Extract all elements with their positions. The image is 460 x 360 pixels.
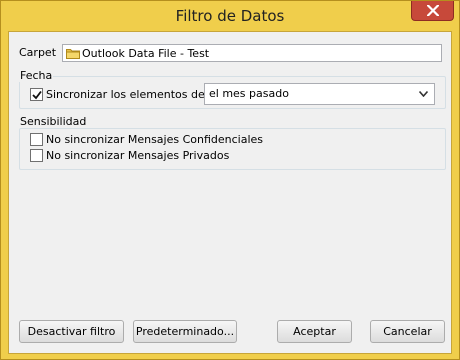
sync-checkbox[interactable]	[30, 88, 43, 101]
dialog-body: Carpet Outlook Data File - Test Fecha Si…	[8, 31, 452, 354]
date-range-select[interactable]: el mes pasado	[204, 83, 435, 105]
cancel-button[interactable]: Cancelar	[370, 320, 445, 343]
default-button[interactable]: Predeterminado...	[133, 320, 237, 343]
date-range-value: el mes pasado	[209, 87, 289, 100]
disable-filter-button[interactable]: Desactivar filtro	[19, 320, 124, 343]
folder-field[interactable]: Outlook Data File - Test	[62, 44, 442, 62]
folder-value: Outlook Data File - Test	[82, 47, 210, 60]
check-icon	[32, 90, 42, 100]
folder-label: Carpet	[19, 46, 57, 59]
folder-icon	[66, 49, 80, 59]
private-checkbox-label[interactable]: No sincronizar Mensajes Privados	[46, 149, 229, 162]
dialog-window: Filtro de Datos Carpet Outlook Data File…	[0, 0, 460, 360]
private-checkbox[interactable]	[30, 149, 43, 162]
accept-button[interactable]: Aceptar	[277, 320, 352, 343]
sync-checkbox-label[interactable]: Sincronizar los elementos desde	[46, 88, 224, 101]
chevron-down-icon	[419, 91, 428, 97]
window-title: Filtro de Datos	[175, 7, 285, 25]
close-button[interactable]	[411, 1, 454, 21]
fecha-group-title: Fecha	[19, 69, 54, 82]
confidential-checkbox-label[interactable]: No sincronizar Mensajes Confidenciales	[46, 133, 263, 146]
confidential-checkbox[interactable]	[30, 133, 43, 146]
title-bar[interactable]: Filtro de Datos	[1, 1, 459, 31]
close-icon	[427, 5, 439, 16]
sensibilidad-group-title: Sensibilidad	[19, 115, 88, 128]
